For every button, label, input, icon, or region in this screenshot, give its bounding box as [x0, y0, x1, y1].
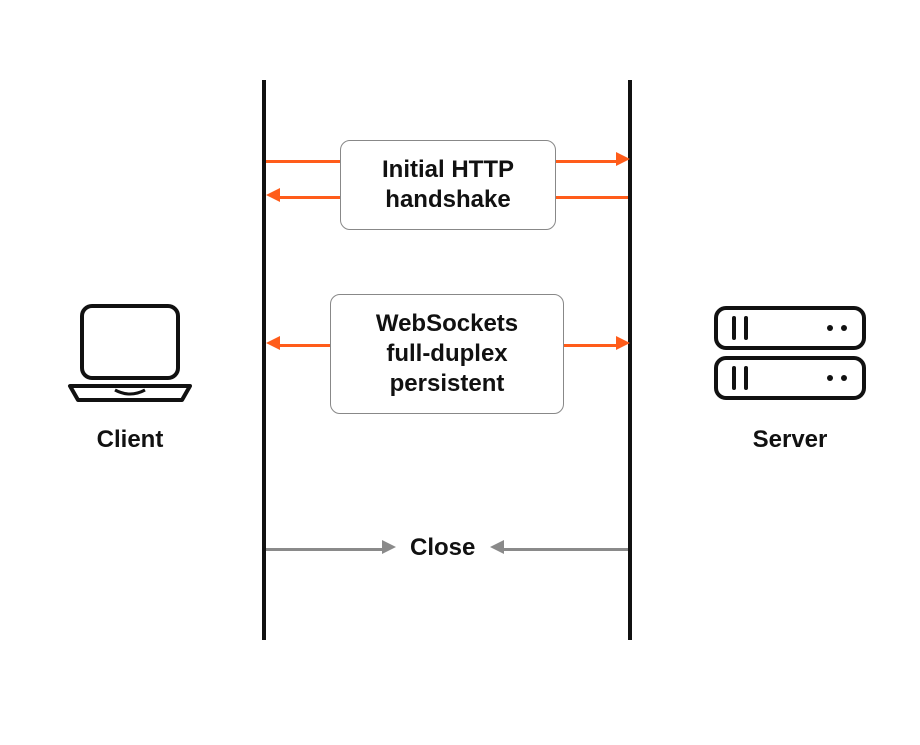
arrowhead-ws-right: [616, 336, 630, 350]
arrowhead-close-from-client: [382, 540, 396, 554]
arrowhead-ws-left: [266, 336, 280, 350]
laptop-icon: [60, 300, 200, 410]
client-lifeline: [262, 80, 266, 640]
handshake-line2: handshake: [385, 186, 510, 213]
arrow-handshake-res-right: [556, 196, 628, 199]
server-endpoint: Server: [700, 300, 880, 454]
websocket-box: WebSockets full-duplex persistent: [330, 294, 564, 414]
websocket-line3: persistent: [390, 370, 505, 397]
arrow-close-from-client: [266, 548, 384, 551]
arrow-handshake-req-left: [266, 160, 340, 163]
arrow-handshake-req-right: [556, 160, 618, 163]
arrowhead-handshake-req: [616, 152, 630, 166]
client-label: Client: [40, 426, 220, 454]
arrow-ws-right: [564, 344, 618, 347]
http-handshake-box: Initial HTTP handshake: [340, 140, 556, 230]
arrow-close-from-server: [504, 548, 628, 551]
websocket-sequence-diagram: Client Server Initial HTTP handshake Web…: [0, 0, 920, 745]
server-stack-icon: [710, 300, 870, 410]
handshake-line1: Initial HTTP: [382, 156, 514, 183]
arrow-handshake-res-left: [280, 196, 340, 199]
arrowhead-close-from-server: [490, 540, 504, 554]
server-label: Server: [700, 426, 880, 454]
websocket-line2: full-duplex: [386, 340, 507, 367]
websocket-line1: WebSockets: [376, 310, 518, 337]
arrow-ws-left: [280, 344, 330, 347]
client-endpoint: Client: [40, 300, 220, 454]
close-label: Close: [410, 534, 475, 562]
arrowhead-handshake-res: [266, 188, 280, 202]
